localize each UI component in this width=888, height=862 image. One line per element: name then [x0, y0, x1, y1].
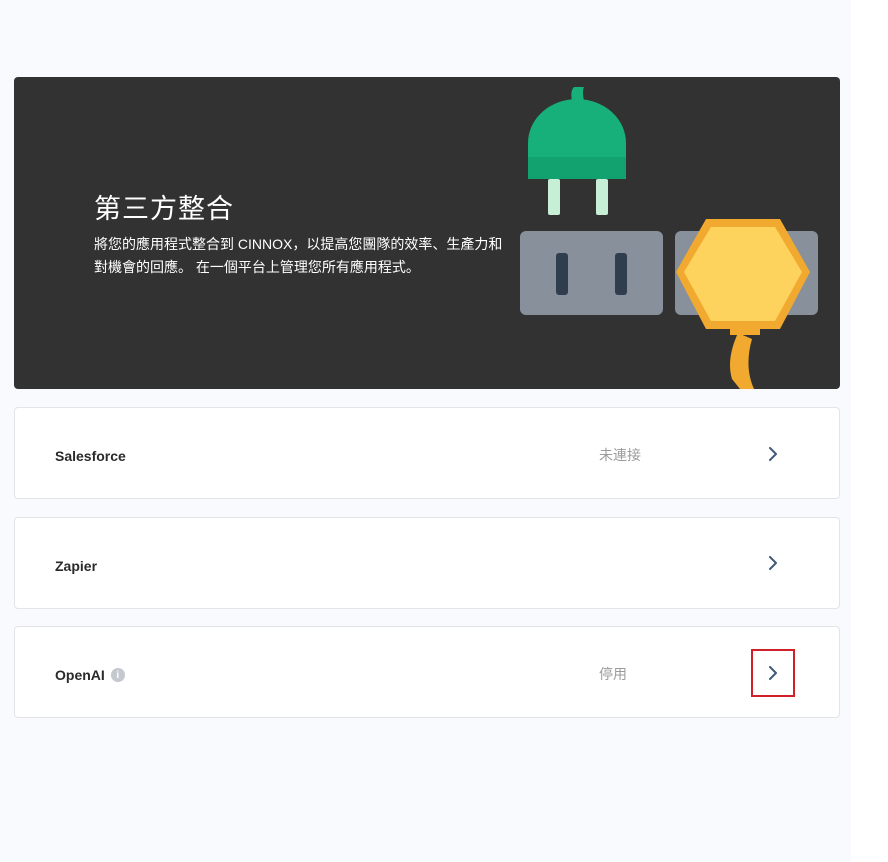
- integration-name-text: OpenAI: [55, 667, 105, 683]
- integration-card-openai[interactable]: OpenAI i 停用: [14, 626, 840, 718]
- chevron-right-icon: [769, 556, 777, 570]
- plug-socket-illustration: [520, 87, 818, 389]
- banner-description: 將您的應用程式整合到 CINNOX，以提高您團隊的效率、生產力和對機會的回應。 …: [94, 236, 503, 275]
- green-plug-cable: [571, 87, 584, 101]
- socket-hole-right: [615, 253, 627, 295]
- open-openai-button[interactable]: [751, 649, 795, 697]
- banner-title: 第三方整合: [94, 194, 234, 224]
- integration-card-salesforce[interactable]: Salesforce 未連接: [14, 407, 840, 499]
- integration-name-text: Salesforce: [55, 448, 126, 464]
- green-plug-base: [528, 157, 626, 179]
- integration-status: 未連接: [599, 447, 641, 463]
- integration-name-text: Zapier: [55, 558, 98, 574]
- plug-prong-left: [548, 179, 560, 215]
- open-zapier-button[interactable]: [751, 539, 795, 587]
- plug-prong-right: [596, 179, 608, 215]
- integrations-page: 第三方整合 將您的應用程式整合到 CINNOX，以提高您團隊的效率、生產力和對機…: [0, 0, 851, 862]
- third-party-banner: 第三方整合 將您的應用程式整合到 CINNOX，以提高您團隊的效率、生產力和對機…: [14, 77, 840, 389]
- chevron-right-icon: [769, 447, 777, 461]
- open-salesforce-button[interactable]: [751, 430, 795, 478]
- integration-status: 停用: [599, 666, 627, 682]
- integration-card-zapier[interactable]: Zapier: [14, 517, 840, 609]
- socket-hole-left: [556, 253, 568, 295]
- integration-name: OpenAI i: [55, 667, 125, 683]
- chevron-right-icon: [769, 666, 777, 680]
- integration-name: Zapier: [55, 558, 97, 574]
- integration-name: Salesforce: [55, 448, 126, 464]
- yellow-plug-cable: [730, 333, 754, 389]
- left-socket: [520, 231, 663, 315]
- info-icon[interactable]: i: [110, 668, 125, 682]
